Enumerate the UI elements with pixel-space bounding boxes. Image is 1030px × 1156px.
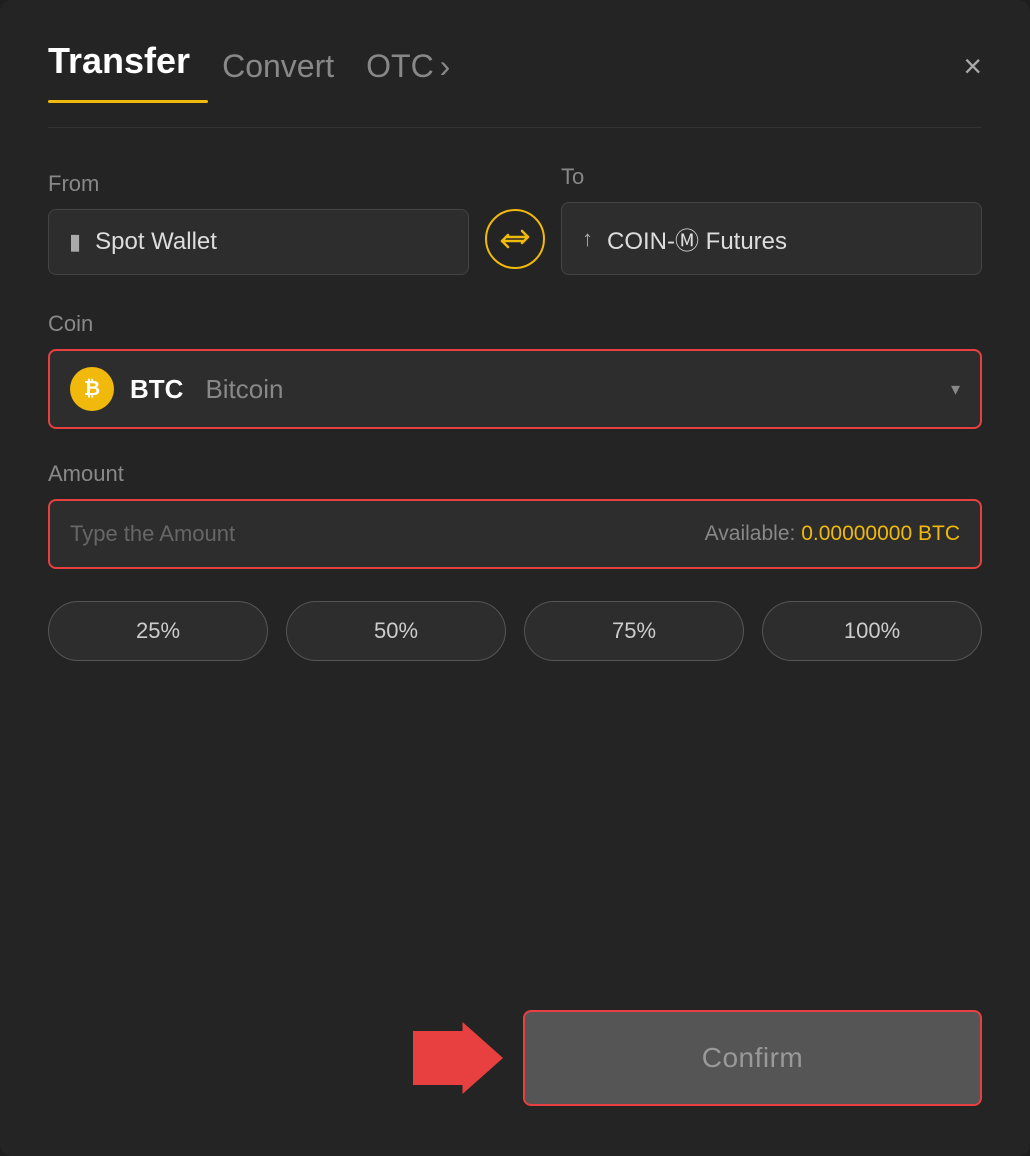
swap-icon bbox=[500, 227, 530, 251]
percentage-row: 25% 50% 75% 100% bbox=[48, 601, 982, 661]
amount-label: Amount bbox=[48, 461, 982, 487]
to-wallet-selector[interactable]: ↑ COIN-Ⓜ Futures bbox=[561, 202, 982, 275]
coin-name: Bitcoin bbox=[205, 374, 283, 405]
confirm-row: Confirm bbox=[48, 1010, 982, 1106]
otc-chevron-icon: › bbox=[440, 48, 451, 85]
from-section: From ▮ Spot Wallet bbox=[48, 171, 469, 275]
coin-selector-dropdown[interactable]: ₿ BTC Bitcoin ▾ bbox=[48, 349, 982, 429]
confirm-button[interactable]: Confirm bbox=[523, 1010, 982, 1106]
swap-btn-container bbox=[485, 209, 545, 275]
tab-underline bbox=[48, 100, 208, 103]
to-wallet-text: COIN-Ⓜ Futures bbox=[607, 221, 787, 256]
amount-box: Available: 0.00000000 BTC bbox=[48, 499, 982, 569]
header-divider bbox=[48, 127, 982, 128]
from-label: From bbox=[48, 171, 469, 197]
tab-convert[interactable]: Convert bbox=[222, 48, 334, 85]
futures-icon: ↑ bbox=[582, 226, 593, 252]
pct-75-button[interactable]: 75% bbox=[524, 601, 744, 661]
transfer-modal: Transfer Convert OTC › × From ▮ Spot Wal… bbox=[0, 0, 1030, 1156]
available-text: Available: 0.00000000 BTC bbox=[705, 522, 960, 546]
from-to-row: From ▮ Spot Wallet To ↑ COIN-Ⓜ Futures bbox=[48, 164, 982, 275]
tab-otc[interactable]: OTC › bbox=[366, 48, 450, 85]
pct-50-button[interactable]: 50% bbox=[286, 601, 506, 661]
pct-100-button[interactable]: 100% bbox=[762, 601, 982, 661]
amount-section: Amount Available: 0.00000000 BTC bbox=[48, 461, 982, 569]
swap-button[interactable] bbox=[485, 209, 545, 269]
available-value: 0.00000000 BTC bbox=[801, 522, 960, 545]
from-wallet-selector[interactable]: ▮ Spot Wallet bbox=[48, 209, 469, 275]
wallet-card-icon: ▮ bbox=[69, 229, 81, 255]
from-wallet-text: Spot Wallet bbox=[95, 228, 217, 256]
coin-symbol: BTC bbox=[130, 374, 183, 405]
coin-label: Coin bbox=[48, 311, 982, 337]
to-label: To bbox=[561, 164, 982, 190]
amount-input[interactable] bbox=[70, 521, 705, 547]
coin-chevron-icon: ▾ bbox=[951, 379, 960, 400]
coin-section: Coin ₿ BTC Bitcoin ▾ bbox=[48, 311, 982, 429]
arrow-container bbox=[48, 1018, 523, 1098]
tab-transfer[interactable]: Transfer bbox=[48, 40, 190, 92]
btc-icon: ₿ bbox=[70, 367, 114, 411]
modal-header: Transfer Convert OTC › × bbox=[48, 40, 982, 92]
close-button[interactable]: × bbox=[963, 50, 982, 82]
red-arrow-icon bbox=[413, 1018, 503, 1098]
to-section: To ↑ COIN-Ⓜ Futures bbox=[561, 164, 982, 275]
pct-25-button[interactable]: 25% bbox=[48, 601, 268, 661]
